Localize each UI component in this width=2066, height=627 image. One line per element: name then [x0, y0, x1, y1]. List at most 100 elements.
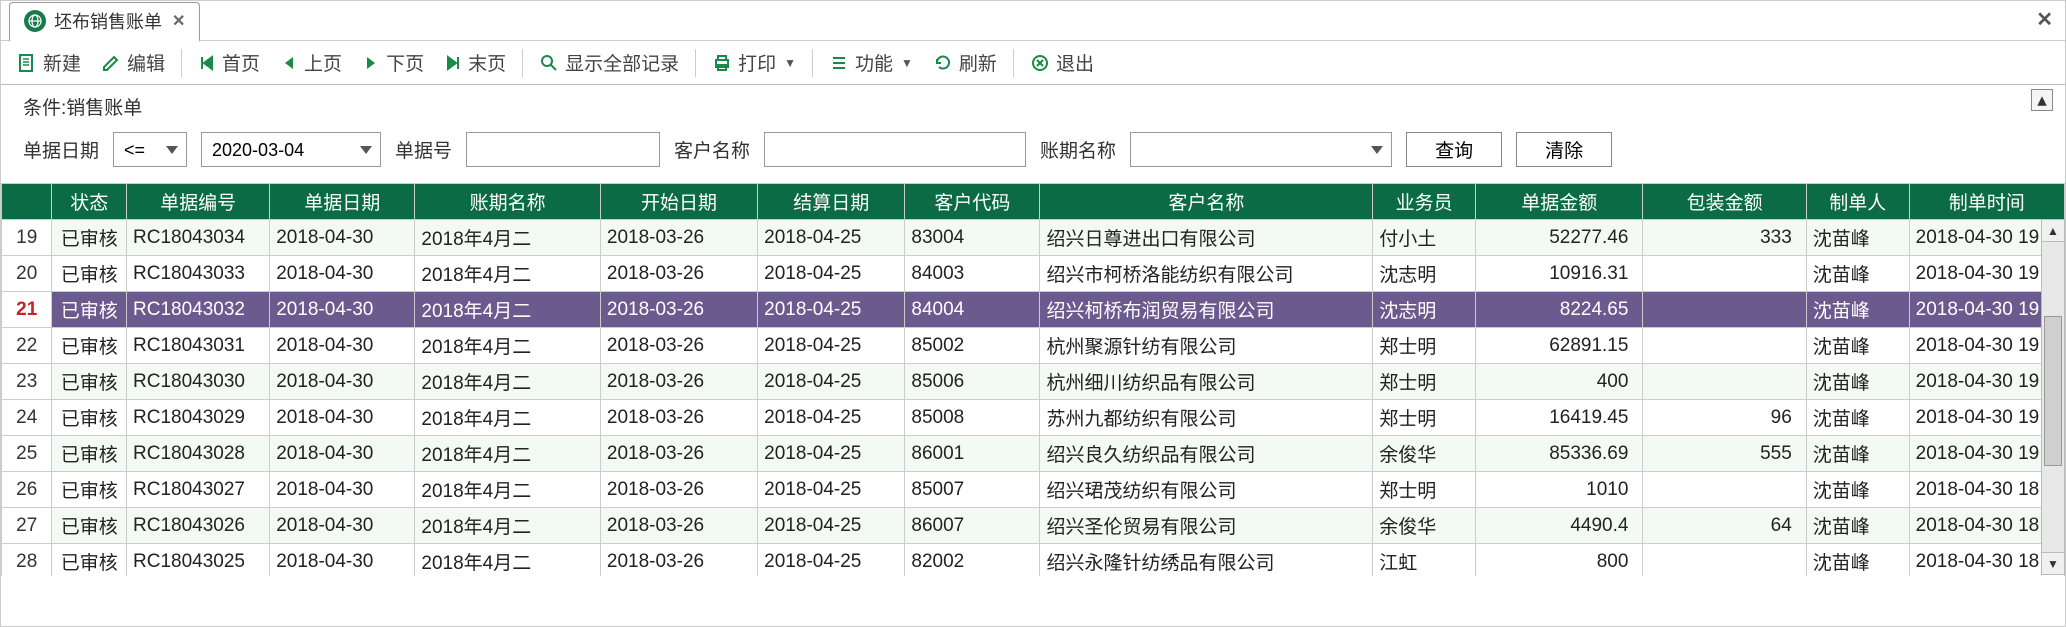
cell-no[interactable]: RC18043027: [127, 472, 270, 508]
column-header[interactable]: 账期名称: [415, 184, 601, 220]
cell-date[interactable]: 2018-04-30: [270, 292, 415, 328]
next-page-button[interactable]: 下页: [354, 47, 432, 78]
column-header[interactable]: 状态: [52, 184, 127, 220]
cell-no[interactable]: RC18043032: [127, 292, 270, 328]
cell-maker[interactable]: 沈苗峰: [1806, 472, 1909, 508]
cell-date[interactable]: 2018-04-30: [270, 544, 415, 577]
column-header[interactable]: 制单时间: [1909, 184, 2064, 220]
cell-no[interactable]: RC18043031: [127, 328, 270, 364]
table-row[interactable]: 22已审核RC180430312018-04-302018年4月二2018-03…: [2, 328, 2065, 364]
cell-start[interactable]: 2018-03-26: [600, 220, 757, 256]
cell-status[interactable]: 已审核: [52, 292, 127, 328]
table-row[interactable]: 21已审核RC180430322018-04-302018年4月二2018-03…: [2, 292, 2065, 328]
cell-pack[interactable]: 64: [1643, 508, 1806, 544]
cell-date[interactable]: 2018-04-30: [270, 220, 415, 256]
docno-input[interactable]: [466, 132, 660, 167]
cell-settle[interactable]: 2018-04-25: [758, 400, 905, 436]
cell-code[interactable]: 85007: [905, 472, 1040, 508]
tab-active[interactable]: 坯布销售账单 ✕: [9, 2, 200, 42]
cell-start[interactable]: 2018-03-26: [600, 472, 757, 508]
cell-cust[interactable]: 绍兴圣伦贸易有限公司: [1040, 508, 1373, 544]
cell-period[interactable]: 2018年4月二: [415, 544, 601, 577]
cell-period[interactable]: 2018年4月二: [415, 436, 601, 472]
cell-sales[interactable]: 郑士明: [1373, 400, 1476, 436]
cell-no[interactable]: RC18043026: [127, 508, 270, 544]
cell-date[interactable]: 2018-04-30: [270, 436, 415, 472]
cell-n[interactable]: 26: [2, 472, 52, 508]
cell-status[interactable]: 已审核: [52, 256, 127, 292]
cell-start[interactable]: 2018-03-26: [600, 400, 757, 436]
date-op-select[interactable]: <=: [113, 132, 187, 167]
cell-pack[interactable]: 96: [1643, 400, 1806, 436]
cell-settle[interactable]: 2018-04-25: [758, 292, 905, 328]
cell-pack[interactable]: [1643, 544, 1806, 577]
column-header[interactable]: [2, 184, 52, 220]
cell-amt[interactable]: 8224.65: [1476, 292, 1643, 328]
cell-settle[interactable]: 2018-04-25: [758, 256, 905, 292]
first-page-button[interactable]: 首页: [190, 47, 268, 78]
cell-cust[interactable]: 绍兴日尊进出口有限公司: [1040, 220, 1373, 256]
cell-settle[interactable]: 2018-04-25: [758, 472, 905, 508]
cell-date[interactable]: 2018-04-30: [270, 364, 415, 400]
column-header[interactable]: 单据编号: [127, 184, 270, 220]
cell-settle[interactable]: 2018-04-25: [758, 544, 905, 577]
cell-code[interactable]: 84003: [905, 256, 1040, 292]
cell-cust[interactable]: 绍兴市柯桥洛能纺织有限公司: [1040, 256, 1373, 292]
scroll-up-icon[interactable]: ▲: [2042, 220, 2064, 242]
table-row[interactable]: 19已审核RC180430342018-04-302018年4月二2018-03…: [2, 220, 2065, 256]
cell-code[interactable]: 82002: [905, 544, 1040, 577]
cell-maker[interactable]: 沈苗峰: [1806, 328, 1909, 364]
collapse-toggle-icon[interactable]: ▴: [2031, 89, 2053, 111]
cell-code[interactable]: 85006: [905, 364, 1040, 400]
cell-code[interactable]: 86001: [905, 436, 1040, 472]
cell-sales[interactable]: 郑士明: [1373, 364, 1476, 400]
cell-period[interactable]: 2018年4月二: [415, 472, 601, 508]
cell-sales[interactable]: 沈志明: [1373, 256, 1476, 292]
edit-button[interactable]: 编辑: [93, 47, 173, 78]
cell-pack[interactable]: 555: [1643, 436, 1806, 472]
cell-date[interactable]: 2018-04-30: [270, 400, 415, 436]
cell-n[interactable]: 21: [2, 292, 52, 328]
cell-sales[interactable]: 沈志明: [1373, 292, 1476, 328]
cell-period[interactable]: 2018年4月二: [415, 292, 601, 328]
cell-no[interactable]: RC18043029: [127, 400, 270, 436]
cell-start[interactable]: 2018-03-26: [600, 508, 757, 544]
cell-n[interactable]: 25: [2, 436, 52, 472]
cell-no[interactable]: RC18043030: [127, 364, 270, 400]
cell-sales[interactable]: 余俊华: [1373, 508, 1476, 544]
table-row[interactable]: 23已审核RC180430302018-04-302018年4月二2018-03…: [2, 364, 2065, 400]
table-row[interactable]: 28已审核RC180430252018-04-302018年4月二2018-03…: [2, 544, 2065, 577]
column-header[interactable]: 客户代码: [905, 184, 1040, 220]
cell-code[interactable]: 86007: [905, 508, 1040, 544]
cell-date[interactable]: 2018-04-30: [270, 472, 415, 508]
vertical-scrollbar[interactable]: ▲ ▼: [2041, 219, 2065, 575]
column-header[interactable]: 客户名称: [1040, 184, 1373, 220]
cell-sales[interactable]: 郑士明: [1373, 328, 1476, 364]
cell-status[interactable]: 已审核: [52, 472, 127, 508]
cell-start[interactable]: 2018-03-26: [600, 256, 757, 292]
table-row[interactable]: 24已审核RC180430292018-04-302018年4月二2018-03…: [2, 400, 2065, 436]
cell-n[interactable]: 23: [2, 364, 52, 400]
cell-cust[interactable]: 杭州细川纺织品有限公司: [1040, 364, 1373, 400]
table-row[interactable]: 26已审核RC180430272018-04-302018年4月二2018-03…: [2, 472, 2065, 508]
column-header[interactable]: 单据金额: [1476, 184, 1643, 220]
cell-n[interactable]: 19: [2, 220, 52, 256]
cell-settle[interactable]: 2018-04-25: [758, 364, 905, 400]
column-header[interactable]: 包装金额: [1643, 184, 1806, 220]
last-page-button[interactable]: 末页: [436, 47, 514, 78]
cell-amt[interactable]: 800: [1476, 544, 1643, 577]
cell-code[interactable]: 85008: [905, 400, 1040, 436]
cell-date[interactable]: 2018-04-30: [270, 328, 415, 364]
cell-maker[interactable]: 沈苗峰: [1806, 364, 1909, 400]
cell-period[interactable]: 2018年4月二: [415, 220, 601, 256]
column-header[interactable]: 开始日期: [600, 184, 757, 220]
cell-code[interactable]: 84004: [905, 292, 1040, 328]
cell-period[interactable]: 2018年4月二: [415, 256, 601, 292]
cell-amt[interactable]: 4490.4: [1476, 508, 1643, 544]
clear-button[interactable]: 清除: [1516, 132, 1612, 167]
cust-input[interactable]: [764, 132, 1026, 167]
date-select[interactable]: 2020-03-04: [201, 132, 381, 167]
cell-n[interactable]: 20: [2, 256, 52, 292]
refresh-button[interactable]: 刷新: [925, 47, 1005, 78]
cell-status[interactable]: 已审核: [52, 220, 127, 256]
